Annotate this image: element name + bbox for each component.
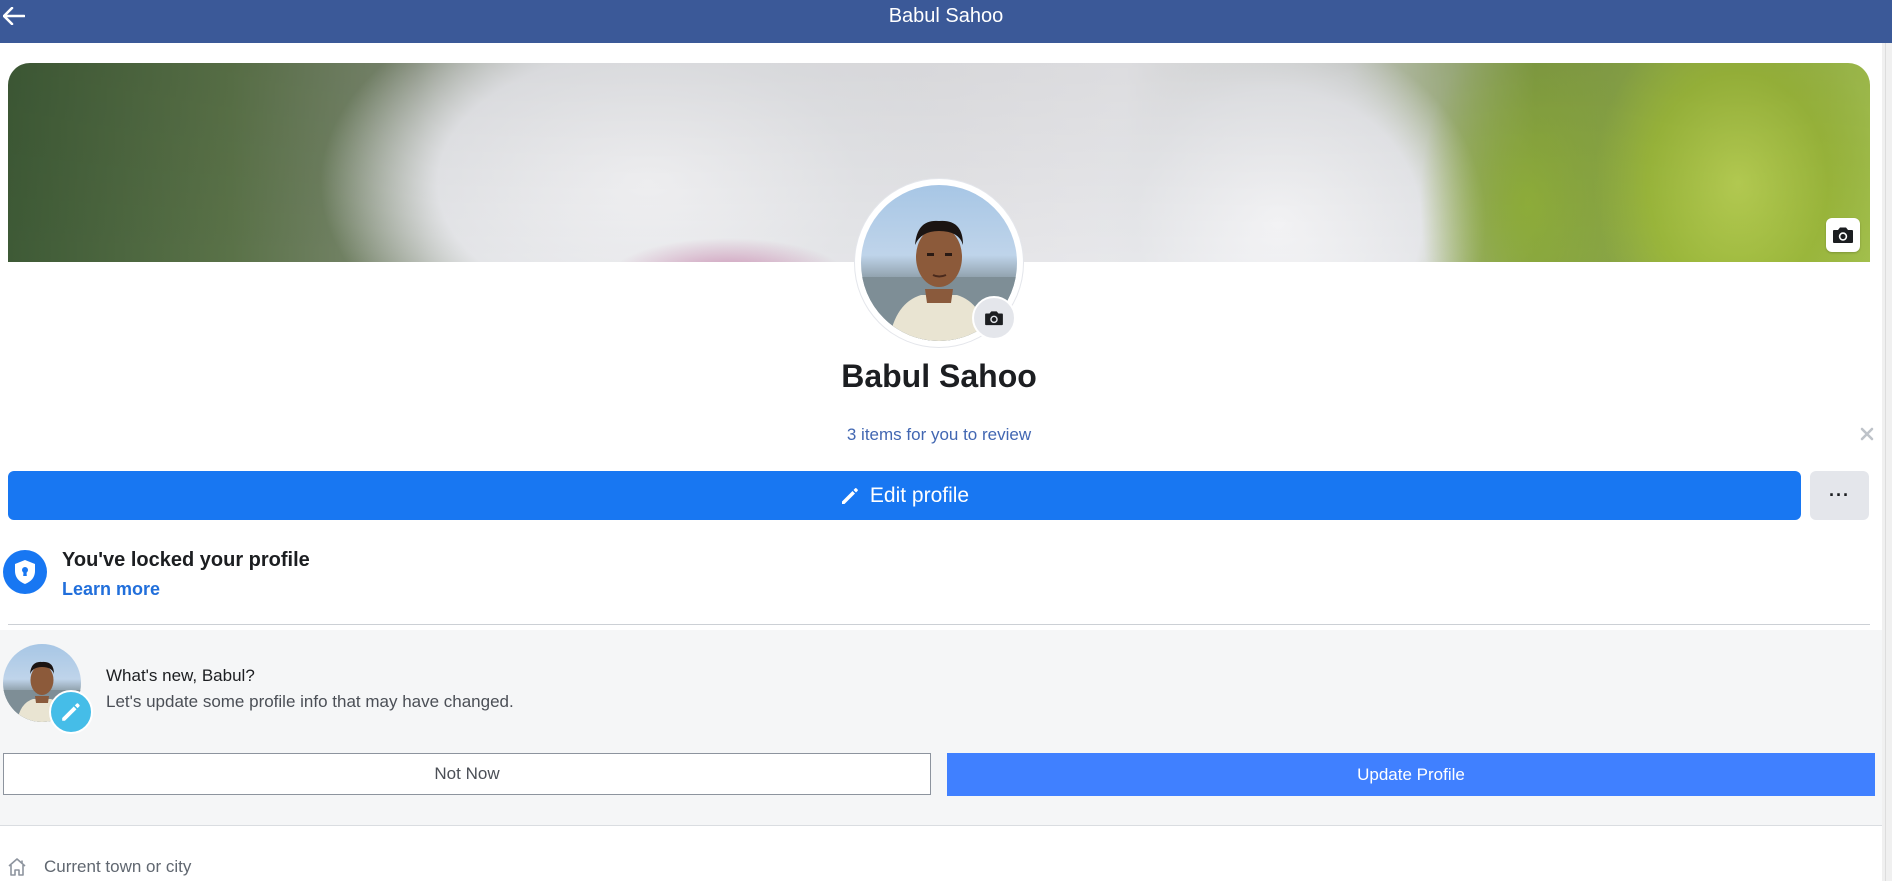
locked-profile-badge: [3, 550, 47, 594]
section-divider: [8, 624, 1870, 625]
more-options-button[interactable]: ···: [1810, 471, 1869, 520]
section-divider: [0, 825, 1882, 826]
current-town-label: Current town or city: [44, 857, 192, 876]
scrollbar-edge: [1885, 43, 1886, 881]
profile-page: Babul Sahoo Babul Sahoo 3 items for you …: [0, 0, 1892, 881]
update-prompt-subtitle: Let's update some profile info that may …: [106, 692, 514, 711]
update-prompt-title: What's new, Babul?: [106, 666, 255, 685]
edit-profile-label: Edit profile: [869, 483, 970, 507]
pencil-icon: [841, 487, 858, 504]
more-options-label: ···: [1829, 485, 1850, 505]
not-now-button[interactable]: Not Now: [3, 753, 931, 795]
profile-name: Babul Sahoo: [841, 358, 1037, 394]
scrollbar[interactable]: [1882, 43, 1892, 881]
shield-lock-icon: [15, 560, 35, 584]
current-town-row[interactable]: Current town or city: [6, 854, 191, 880]
close-icon: [1860, 427, 1874, 441]
camera-icon: [1833, 227, 1853, 243]
learn-more-link[interactable]: Learn more: [62, 579, 160, 600]
camera-icon: [985, 311, 1003, 326]
home-icon: [8, 858, 26, 876]
cover-photo-camera-button[interactable]: [1826, 218, 1860, 252]
pencil-icon: [62, 703, 80, 721]
review-items-link[interactable]: 3 items for you to review: [0, 425, 1878, 445]
locked-profile-title: You've locked your profile: [62, 549, 310, 571]
top-bar: Babul Sahoo: [0, 0, 1892, 43]
update-profile-button[interactable]: Update Profile: [947, 753, 1875, 796]
edit-profile-button[interactable]: Edit profile: [8, 471, 1801, 520]
review-close-button[interactable]: [1858, 425, 1876, 443]
profile-picture-camera-button[interactable]: [972, 296, 1016, 340]
prompt-pencil-badge: [49, 690, 93, 734]
page-title: Babul Sahoo: [888, 5, 1004, 27]
